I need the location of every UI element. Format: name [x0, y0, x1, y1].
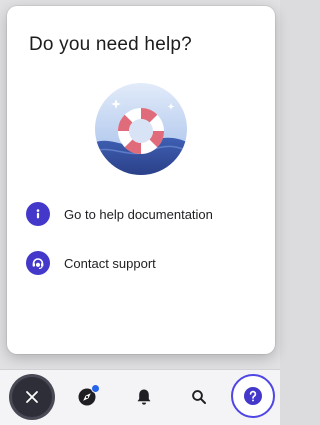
search-button[interactable] [180, 378, 218, 416]
panel-title: Do you need help? [29, 34, 192, 55]
lifebuoy-illustration [95, 83, 187, 175]
close-button[interactable] [12, 377, 52, 417]
info-icon [26, 202, 50, 226]
help-icon [244, 387, 262, 405]
explore-button[interactable] [68, 378, 106, 416]
help-panel: Do you need help? Go to help documentati… [7, 6, 275, 354]
bell-icon [137, 389, 151, 405]
support-agent-icon [26, 251, 50, 275]
contact-support-link[interactable]: Contact support [26, 250, 156, 276]
help-documentation-label: Go to help documentation [64, 206, 213, 222]
help-button[interactable] [231, 374, 275, 418]
notifications-button[interactable] [125, 378, 163, 416]
contact-support-label: Contact support [64, 255, 156, 271]
lifebuoy-ring [117, 107, 165, 155]
search-icon [192, 390, 206, 404]
help-documentation-link[interactable]: Go to help documentation [26, 201, 213, 227]
close-icon [26, 391, 38, 403]
notification-dot [91, 384, 100, 393]
